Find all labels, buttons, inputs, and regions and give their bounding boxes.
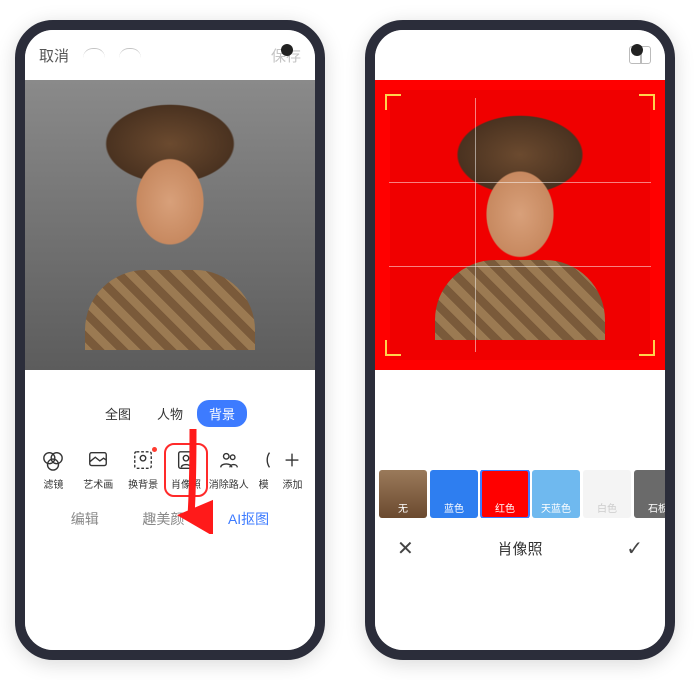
photo-preview-red[interactable]	[375, 80, 665, 370]
tab-ai-cutout[interactable]: AI抠图	[228, 509, 269, 529]
redo-icon[interactable]	[119, 48, 141, 62]
change-bg-tool[interactable]: 换背景	[123, 449, 163, 491]
swatch-red[interactable]: 红色	[481, 470, 529, 518]
bottom-panel-right: 无 蓝色 红色 天蓝色 白色 石板 ✕ 肖像照 ✓	[375, 370, 665, 650]
compare-icon[interactable]	[629, 46, 651, 64]
plus-icon	[281, 449, 303, 471]
art-icon	[87, 449, 109, 471]
art-tool[interactable]: 艺术画	[78, 449, 118, 491]
panel-title: 肖像照	[497, 538, 542, 559]
phone-right: 无 蓝色 红色 天蓝色 白色 石板 ✕ 肖像照 ✓	[365, 20, 675, 660]
portrait-photo-red	[390, 90, 650, 360]
cancel-icon[interactable]: ✕	[397, 536, 414, 561]
save-button[interactable]: 保存	[271, 45, 301, 66]
topbar-right	[375, 30, 665, 80]
filter-tool[interactable]: 滤镜	[33, 449, 73, 491]
swatch-row: 无 蓝色 红色 天蓝色 白色 石板	[375, 470, 665, 518]
photo-preview[interactable]	[25, 80, 315, 370]
swatch-slate[interactable]: 石板	[634, 470, 665, 518]
change-bg-icon	[132, 449, 154, 471]
remove-person-tool[interactable]: 消除路人	[209, 449, 249, 491]
annotation-arrow	[163, 424, 213, 534]
confirm-row: ✕ 肖像照 ✓	[375, 518, 665, 571]
new-badge-dot	[152, 447, 157, 452]
segment-background[interactable]: 背景	[197, 400, 247, 427]
swatch-none[interactable]: 无	[379, 470, 427, 518]
undo-icon[interactable]	[83, 48, 105, 62]
segment-person[interactable]: 人物	[145, 400, 195, 427]
crop-handle-br[interactable]	[639, 340, 655, 356]
cancel-button[interactable]: 取消	[39, 45, 69, 66]
filter-icon	[42, 449, 64, 471]
crop-handle-tr[interactable]	[639, 94, 655, 110]
portrait-photo	[25, 80, 315, 370]
topbar-left: 取消 保存	[25, 30, 315, 80]
segment-full[interactable]: 全图	[93, 400, 143, 427]
swatch-blue[interactable]: 蓝色	[430, 470, 478, 518]
segment-row: 全图 人物 背景	[25, 400, 315, 427]
add-tool[interactable]: 添加	[278, 449, 306, 491]
blur-icon	[253, 449, 275, 471]
phone-left: 取消 保存 全图 人物 背景 滤镜 艺术画	[15, 20, 325, 660]
tab-edit[interactable]: 编辑	[71, 509, 99, 529]
confirm-icon[interactable]: ✓	[626, 536, 643, 561]
swatch-white[interactable]: 白色	[583, 470, 631, 518]
blur-tool[interactable]: 模	[254, 449, 274, 491]
swatch-skyblue[interactable]: 天蓝色	[532, 470, 580, 518]
crop-handle-bl[interactable]	[385, 340, 401, 356]
crop-handle-tl[interactable]	[385, 94, 401, 110]
remove-person-icon	[218, 449, 240, 471]
